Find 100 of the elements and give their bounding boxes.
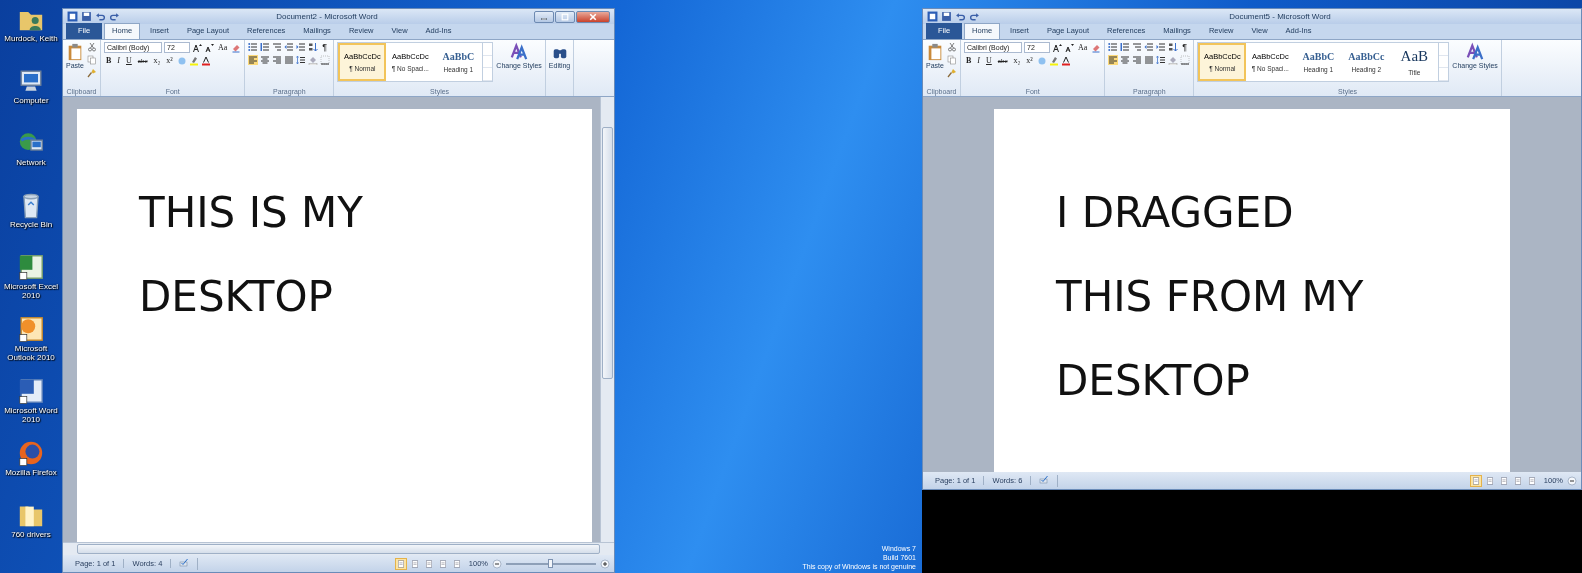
sort-icon[interactable] (308, 42, 319, 52)
bullets-icon[interactable] (248, 42, 259, 52)
layout-icon (438, 559, 447, 568)
undo-icon[interactable] (95, 11, 106, 22)
align-left-icon[interactable] (1108, 55, 1119, 65)
document-text: THIS FROM MY (1056, 271, 1365, 323)
align-left-icon[interactable] (248, 55, 259, 65)
brush-icon[interactable] (947, 68, 957, 78)
desktop-shortcut[interactable]: Mozilla Firefox (1, 438, 61, 500)
text-effects-icon[interactable] (1036, 56, 1047, 66)
align-center-icon[interactable] (260, 55, 271, 65)
desktop-shortcut[interactable]: Microsoft Excel 2010 (1, 252, 61, 314)
word-app-icon[interactable] (67, 11, 78, 22)
redo-icon[interactable] (109, 11, 120, 22)
copy-icon[interactable] (87, 55, 97, 65)
shrink-font-icon[interactable] (204, 42, 214, 53)
line-spacing-icon[interactable] (1156, 55, 1167, 65)
clipboard-icon (926, 42, 944, 62)
paragraph-mark-button[interactable]: ¶ (320, 42, 330, 52)
styles-icon (1466, 42, 1485, 62)
multilevel-list-icon[interactable] (272, 42, 283, 52)
underline-button[interactable]: U (124, 56, 134, 66)
proofing-icon[interactable] (1039, 474, 1050, 485)
document-app-icon (17, 376, 45, 406)
zoom-in-icon[interactable] (600, 558, 610, 569)
font-color-icon[interactable] (200, 56, 211, 66)
paragraph-mark-button[interactable]: ¶ (1180, 42, 1190, 52)
numbering-icon[interactable] (1120, 42, 1131, 52)
desktop-shortcut[interactable]: 760 drivers (1, 500, 61, 562)
zoom-out-icon[interactable] (1567, 475, 1577, 486)
align-center-icon[interactable] (1120, 55, 1131, 65)
multilevel-list-icon[interactable] (1132, 42, 1143, 52)
italic-button[interactable]: I (975, 56, 982, 66)
highlighter-icon[interactable] (188, 56, 199, 66)
bold-button[interactable]: B (104, 56, 114, 66)
underline-button[interactable]: U (984, 56, 994, 66)
font-color-icon[interactable] (1060, 56, 1071, 66)
desktop-shortcut[interactable]: Computer (1, 66, 61, 128)
undo-icon[interactable] (955, 11, 966, 22)
copy-icon[interactable] (947, 55, 957, 65)
desktop-shortcut[interactable]: Recycle Bin (1, 190, 61, 252)
mail-app-icon (17, 314, 45, 344)
desktop-shortcut[interactable]: Microsoft Word 2010 (1, 376, 61, 438)
gallery-scroll-buttons[interactable] (1438, 43, 1449, 81)
layout-icon (1513, 476, 1522, 485)
zoom-slider-thumb[interactable] (548, 558, 553, 568)
word-app-icon[interactable] (927, 11, 938, 22)
redo-icon[interactable] (969, 11, 980, 22)
italic-button[interactable]: I (115, 56, 122, 66)
text-effects-icon[interactable] (176, 56, 187, 66)
grow-font-icon[interactable] (192, 42, 202, 53)
subscript-button[interactable]: x₂ (1011, 56, 1023, 66)
align-right-icon[interactable] (272, 55, 283, 65)
scissors-icon[interactable] (947, 42, 957, 52)
layout-icon (1527, 476, 1536, 485)
spreadsheet-app-icon (17, 252, 45, 282)
layout-icon (452, 559, 461, 568)
align-right-icon[interactable] (1132, 55, 1143, 65)
window-title: Document5 - Microsoft Word (1228, 12, 1332, 21)
desktop-shortcut[interactable]: Microsoft Outlook 2010 (1, 314, 61, 376)
save-icon[interactable] (81, 11, 92, 22)
desktop-shortcut[interactable]: Murdock, Keith (1, 4, 61, 66)
maximize-button[interactable] (555, 10, 575, 23)
change-case-button[interactable]: Aa (1076, 42, 1090, 53)
scissors-icon[interactable] (87, 42, 97, 52)
eraser-icon[interactable] (1091, 42, 1102, 53)
vertical-scrollbar[interactable] (600, 97, 614, 542)
highlighter-icon[interactable] (1048, 56, 1059, 66)
eraser-icon[interactable] (231, 42, 242, 53)
subscript-button[interactable]: x₂ (151, 56, 163, 66)
desktop-shortcut[interactable]: Network (1, 128, 61, 190)
brush-icon[interactable] (87, 68, 97, 78)
layout-icon (1485, 476, 1494, 485)
view-button[interactable] (394, 557, 407, 570)
numbering-icon[interactable] (260, 42, 271, 52)
document-text: THIS IS MY (139, 187, 364, 239)
layout-icon (1471, 476, 1480, 485)
view-button[interactable] (1469, 474, 1482, 487)
proofing-icon[interactable] (179, 557, 190, 568)
bold-button[interactable]: B (964, 56, 974, 66)
borders-icon[interactable] (1180, 55, 1191, 65)
shrink-font-icon[interactable] (1064, 42, 1074, 53)
line-spacing-icon[interactable] (296, 55, 307, 65)
maximize-icon (561, 12, 569, 21)
gallery-scroll-buttons[interactable] (482, 43, 493, 81)
zoom-slider[interactable] (506, 562, 596, 565)
document-text: I DRAGGED (1056, 187, 1295, 239)
change-case-button[interactable]: Aa (216, 42, 230, 53)
bullets-icon[interactable] (1108, 42, 1119, 52)
close-button[interactable] (576, 10, 610, 23)
superscript-button[interactable]: x² (1024, 56, 1035, 66)
save-icon[interactable] (941, 11, 952, 22)
horizontal-scrollbar[interactable] (63, 542, 614, 555)
zoom-out-icon[interactable] (492, 558, 502, 569)
sort-icon[interactable] (1168, 42, 1179, 52)
grow-font-icon[interactable] (1052, 42, 1062, 53)
borders-icon[interactable] (320, 55, 331, 65)
minimize-button[interactable] (534, 10, 554, 23)
superscript-button[interactable]: x² (164, 56, 175, 66)
layout-icon (424, 559, 433, 568)
